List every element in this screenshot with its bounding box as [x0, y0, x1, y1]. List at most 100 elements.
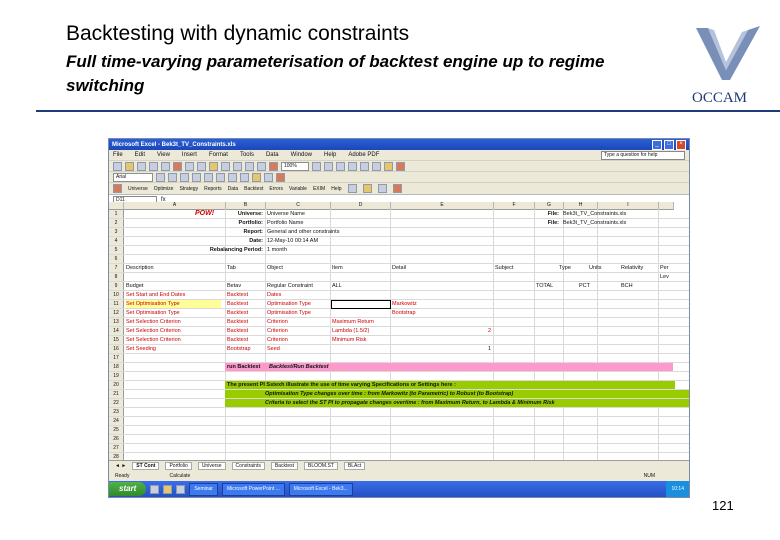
help-search-input[interactable]: Type a question for help — [601, 150, 685, 160]
menu-insert[interactable]: Insert — [182, 152, 197, 158]
row-number[interactable]: 3 — [109, 228, 124, 236]
cell-detail[interactable]: 1 — [483, 345, 491, 353]
row-number[interactable]: 2 — [109, 219, 124, 227]
row-number[interactable]: 27 — [109, 444, 124, 452]
sum-icon[interactable] — [245, 161, 254, 171]
sheet-tab-portfolio[interactable]: Portfolio — [165, 462, 192, 470]
row-number[interactable]: 24 — [109, 417, 124, 425]
task-seminar[interactable]: Seminar — [189, 482, 218, 496]
currency-icon[interactable] — [180, 172, 189, 182]
indent-icon[interactable] — [228, 172, 237, 182]
open-icon[interactable] — [125, 161, 134, 171]
font-color-icon[interactable] — [396, 161, 405, 171]
cell-type[interactable]: TOTAL — [536, 282, 562, 290]
row-number[interactable]: 10 — [109, 291, 124, 299]
col-header-g[interactable]: G — [535, 202, 564, 210]
cell-object[interactable]: Optimisation Type — [267, 309, 327, 317]
redo-icon[interactable] — [233, 161, 242, 171]
sheet-tab-bloom[interactable]: BLOOM.ST — [304, 462, 338, 470]
percent-icon[interactable] — [192, 172, 201, 182]
addin-strategy[interactable]: Strategy — [179, 186, 198, 192]
zoom-select[interactable]: 100% — [281, 161, 309, 171]
addin-optimize[interactable]: Optimize — [154, 186, 174, 192]
sheet-tab-universe[interactable]: Universe — [197, 462, 226, 470]
align-left-icon[interactable] — [348, 161, 357, 171]
row-number[interactable]: 20 — [109, 381, 124, 389]
underline-icon[interactable] — [336, 161, 345, 171]
cell-object[interactable]: Seed — [267, 345, 327, 353]
col-header-i[interactable]: I — [598, 202, 659, 210]
borders-icon[interactable] — [240, 172, 249, 182]
font-size-icon[interactable] — [156, 172, 165, 182]
cell-item[interactable]: Maximum Return — [332, 318, 388, 326]
minimize-icon[interactable]: _ — [652, 139, 662, 150]
sheet-tab-constraints[interactable]: Constraints — [231, 462, 265, 470]
col-header-e[interactable]: E — [391, 202, 494, 210]
row-number[interactable]: 26 — [109, 435, 124, 443]
row-number[interactable]: 25 — [109, 426, 124, 434]
row-number[interactable]: 6 — [109, 255, 124, 263]
col-header-j[interactable] — [659, 202, 674, 210]
cell-relativity[interactable]: BCH — [621, 282, 657, 290]
spreadsheet-grid[interactable]: A B C D E F G H I 1 POW! Universe: Unive… — [109, 202, 689, 462]
cell-description[interactable]: Set Seeding — [126, 345, 221, 353]
row-number[interactable]: 18 — [109, 363, 124, 371]
task-powerpoint[interactable]: Microsoft PowerPoint ... — [221, 482, 285, 496]
cell-tab[interactable]: Backtest — [227, 336, 263, 344]
sheet-tab-blact[interactable]: BLAct — [343, 462, 366, 470]
preview-icon[interactable] — [161, 161, 170, 171]
grid-icon[interactable] — [377, 184, 387, 193]
close-icon[interactable]: × — [676, 139, 686, 150]
col-header-c[interactable]: C — [266, 202, 331, 210]
cell-item[interactable]: ALL — [332, 282, 388, 290]
align-right-icon[interactable] — [372, 161, 381, 171]
row-number[interactable]: 12 — [109, 309, 124, 317]
cell-description[interactable]: Set Selection Criterion — [126, 318, 221, 326]
row-number[interactable]: 5 — [109, 246, 124, 254]
addin-help[interactable]: Help — [331, 186, 341, 192]
row-number[interactable]: 11 — [109, 300, 124, 308]
cell-description[interactable]: Set Selection Criterion — [126, 336, 221, 344]
run-backtest-link[interactable]: Backtest/Run Backtest — [269, 363, 369, 371]
cell-detail[interactable]: Bootstrap — [392, 309, 488, 317]
new-icon[interactable] — [113, 161, 122, 171]
col-header-a[interactable]: A — [124, 202, 226, 210]
highlight-icon[interactable] — [252, 172, 261, 182]
bold-icon[interactable] — [312, 161, 321, 171]
row-number[interactable]: 4 — [109, 237, 124, 245]
addin-exim[interactable]: EXIM — [313, 186, 325, 192]
menu-data[interactable]: Data — [266, 152, 279, 158]
menu-view[interactable]: View — [157, 152, 170, 158]
menu-window[interactable]: Window — [291, 152, 312, 158]
row-number[interactable]: 1 — [109, 210, 124, 218]
font-select[interactable]: Arial — [113, 172, 153, 182]
row-number[interactable]: 14 — [109, 327, 124, 335]
cell-description[interactable]: Set Optimisation Type — [126, 309, 221, 317]
sheet-tab-backtest[interactable]: Backtest — [270, 462, 299, 470]
cell-tab[interactable]: Bootstrap — [227, 345, 263, 353]
cell-description[interactable]: Budget — [126, 282, 221, 290]
italic-icon[interactable] — [324, 161, 333, 171]
cell-units[interactable]: PCT — [579, 282, 609, 290]
print-icon[interactable] — [149, 161, 158, 171]
row-number[interactable]: 23 — [109, 408, 124, 416]
addin-universe[interactable]: Universe — [128, 186, 148, 192]
cell-description[interactable]: Set Start and End Dates — [126, 291, 221, 299]
cell-description[interactable]: Set Optimisation Type — [126, 300, 221, 308]
row-number[interactable]: 17 — [109, 354, 124, 362]
row-number[interactable]: 8 — [109, 273, 124, 281]
save-icon[interactable] — [137, 161, 146, 171]
col-header-b[interactable]: B — [226, 202, 266, 210]
addin-backtest[interactable]: Backtest — [244, 186, 263, 192]
cell-item[interactable]: Lambda (1.5/2) — [332, 327, 388, 335]
cell-detail[interactable]: Markowitz — [392, 300, 488, 308]
cell-item[interactable]: Minimum Risk — [332, 336, 388, 344]
cell-object[interactable]: Criterion — [267, 327, 327, 335]
row-number[interactable]: 13 — [109, 318, 124, 326]
cell-tab[interactable]: Backtest — [227, 309, 263, 317]
quicklaunch-icon[interactable] — [163, 484, 173, 494]
cell-tab[interactable]: Backtest — [227, 300, 263, 308]
menu-file[interactable]: File — [113, 152, 123, 158]
start-button[interactable]: start — [109, 482, 147, 496]
cell-tab[interactable]: Backtest — [227, 291, 263, 299]
